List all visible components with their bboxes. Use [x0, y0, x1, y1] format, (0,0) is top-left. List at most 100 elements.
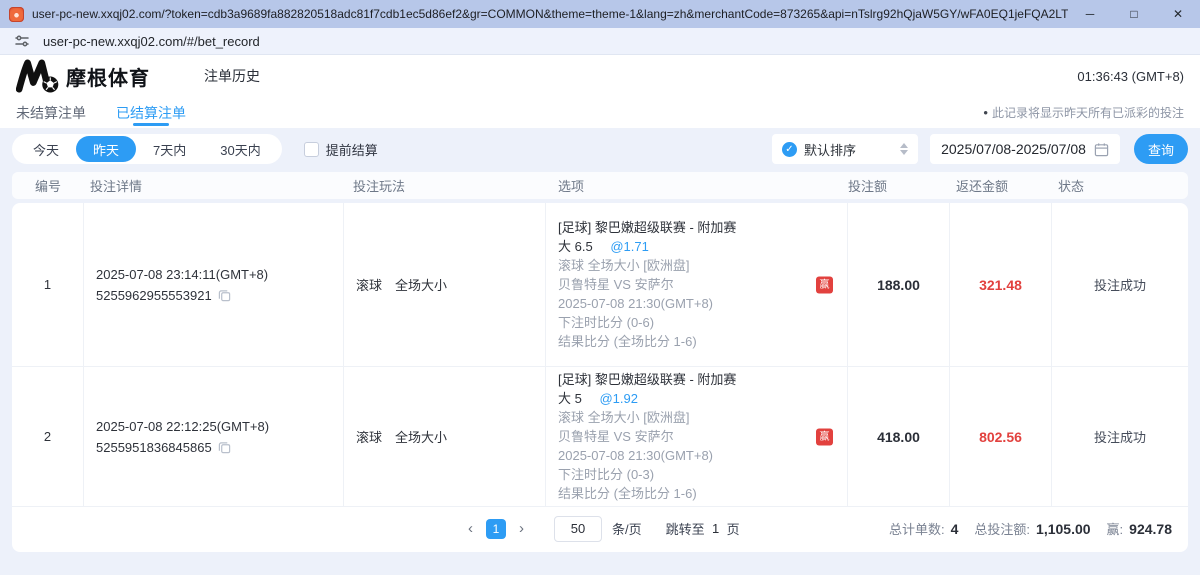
bet-type-cell: 滚球 全场大小: [344, 367, 546, 506]
bet-id: 5255951836845865: [96, 437, 212, 458]
status-badge: 投注成功: [1052, 367, 1188, 506]
selection-league: [足球] 黎巴嫩超级联赛 - 附加赛: [558, 370, 847, 389]
page-number-button[interactable]: 1: [486, 519, 506, 539]
selection-match-time: 2025-07-08 21:30(GMT+8): [558, 294, 847, 313]
site-settings-icon[interactable]: [14, 33, 30, 49]
page-unit-label: 页: [727, 519, 740, 538]
pagination: ‹ 1 › 条/页 跳转至 页: [464, 516, 740, 542]
early-settle-option[interactable]: 提前结算: [304, 140, 378, 159]
selection-market: 滚球 全场大小 [欧洲盘]: [558, 256, 847, 275]
brand-logo-icon: [16, 59, 60, 93]
summary-totals: 总计单数: 4 总投注额: 1,105.00 赢: 924.78: [889, 519, 1188, 538]
date-range-pills: 今天 昨天 7天内 30天内: [12, 134, 282, 164]
date-range-value: 2025/07/08-2025/07/08: [941, 141, 1086, 157]
bet-detail-cell: 2025-07-08 23:14:11(GMT+8) 5255962955553…: [84, 203, 344, 366]
stake-amount: 418.00: [848, 367, 950, 506]
browser-addressbar[interactable]: user-pc-new.xxqj02.com/#/bet_record: [0, 28, 1200, 55]
per-page-label: 条/页: [612, 519, 642, 538]
tab-settled-bets[interactable]: 已结算注单: [116, 97, 186, 128]
calendar-icon: [1094, 142, 1109, 157]
filter-right-controls: ✓ 默认排序 2025/07/08-2025/07/08 查询: [772, 134, 1188, 164]
browser-tab-title: user-pc-new.xxqj02.com/?token=cdb3a9689f…: [32, 7, 1068, 21]
selection-match-time: 2025-07-08 21:30(GMT+8): [558, 446, 847, 465]
minimize-icon[interactable]: ─: [1068, 0, 1112, 28]
col-header-stake: 投注额: [848, 176, 950, 195]
maximize-icon[interactable]: □: [1112, 0, 1156, 28]
total-stake-value: 1,105.00: [1036, 521, 1091, 537]
selection-result-score: 结果比分 (全场比分 1-6): [558, 484, 847, 503]
jump-page-input[interactable]: [705, 521, 727, 536]
win-badge-icon: 赢: [816, 276, 833, 293]
selection-pick-line: 大 6.5 @1.71: [558, 237, 847, 256]
selection-score-at-bet: 下注时比分 (0-6): [558, 313, 847, 332]
sort-check-icon: ✓: [782, 142, 797, 157]
bet-time: 2025-07-08 23:14:11(GMT+8): [96, 264, 343, 285]
col-header-bet-type: 投注玩法: [344, 176, 546, 195]
next-page-icon[interactable]: ›: [515, 520, 528, 537]
tab-unsettled-bets[interactable]: 未结算注单: [16, 97, 86, 128]
table-footer: ‹ 1 › 条/页 跳转至 页 总计单数: 4 总投注额: 1,105.00 赢…: [12, 507, 1188, 550]
date-range-input[interactable]: 2025/07/08-2025/07/08: [930, 134, 1120, 164]
total-win-value: 924.78: [1129, 521, 1172, 537]
sort-select-value: 默认排序: [804, 140, 856, 159]
stake-amount: 188.00: [848, 203, 950, 366]
pill-30-days[interactable]: 30天内: [203, 136, 277, 162]
browser-titlebar: user-pc-new.xxqj02.com/?token=cdb3a9689f…: [0, 0, 1200, 28]
filter-bar: 今天 昨天 7天内 30天内 提前结算 ✓ 默认排序 2025/07/08-20…: [12, 134, 1188, 164]
app-header: 摩根体育 注单历史 01:36:43 (GMT+8): [0, 55, 1200, 97]
table-row: 2 2025-07-08 22:12:25(GMT+8) 52559518368…: [12, 367, 1188, 507]
sort-select[interactable]: ✓ 默认排序: [772, 134, 918, 164]
selection-cell: [足球] 黎巴嫩超级联赛 - 附加赛 大 6.5 @1.71 滚球 全场大小 […: [546, 203, 848, 366]
yesterday-note: • 此记录将显示昨天所有已派彩的投注: [983, 104, 1184, 121]
address-url[interactable]: user-pc-new.xxqj02.com/#/bet_record: [43, 34, 260, 49]
page-size-input[interactable]: [554, 516, 602, 542]
selection-cell: [足球] 黎巴嫩超级联赛 - 附加赛 大 5 @1.92 滚球 全场大小 [欧洲…: [546, 367, 848, 506]
pill-yesterday[interactable]: 昨天: [76, 136, 136, 162]
prev-page-icon[interactable]: ‹: [464, 520, 477, 537]
early-settle-checkbox[interactable]: [304, 142, 319, 157]
status-badge: 投注成功: [1052, 203, 1188, 366]
note-bullet-icon: •: [983, 105, 988, 120]
win-badge-icon: 赢: [816, 428, 833, 445]
col-header-status: 状态: [1052, 176, 1188, 195]
return-amount: 802.56: [950, 367, 1052, 506]
jump-to-label: 跳转至: [666, 519, 705, 538]
bet-type-cell: 滚球 全场大小: [344, 203, 546, 366]
header-clock: 01:36:43 (GMT+8): [1077, 69, 1184, 84]
table-row: 1 2025-07-08 23:14:11(GMT+8) 52559629555…: [12, 203, 1188, 367]
selection-league: [足球] 黎巴嫩超级联赛 - 附加赛: [558, 218, 847, 237]
total-win-label: 赢:: [1107, 519, 1124, 538]
return-amount: 321.48: [950, 203, 1052, 366]
bet-time: 2025-07-08 22:12:25(GMT+8): [96, 416, 343, 437]
selection-match: 贝鲁特星 VS 安萨尔: [558, 427, 847, 446]
selection-pick: 大 6.5: [558, 239, 593, 254]
selection-market: 滚球 全场大小 [欧洲盘]: [558, 408, 847, 427]
copy-icon[interactable]: [218, 441, 231, 454]
selection-match: 贝鲁特星 VS 安萨尔: [558, 275, 847, 294]
col-header-selection: 选项: [546, 176, 848, 195]
selection-score-at-bet: 下注时比分 (0-3): [558, 465, 847, 484]
early-settle-label: 提前结算: [326, 140, 378, 159]
total-count-value: 4: [951, 521, 959, 537]
copy-icon[interactable]: [218, 289, 231, 302]
site-favicon: [9, 7, 24, 22]
total-stake-label: 总投注额:: [974, 519, 1030, 538]
tabs-row: 未结算注单 已结算注单 • 此记录将显示昨天所有已派彩的投注: [0, 97, 1200, 128]
col-header-bet-detail: 投注详情: [84, 176, 344, 195]
col-header-return: 返还金额: [950, 176, 1052, 195]
query-button[interactable]: 查询: [1134, 134, 1188, 164]
selection-pick: 大 5: [558, 391, 582, 406]
total-count-label: 总计单数:: [889, 519, 945, 538]
page-title: 注单历史: [204, 66, 260, 86]
close-icon[interactable]: ✕: [1156, 0, 1200, 28]
brand-name: 摩根体育: [66, 62, 150, 91]
bet-detail-cell: 2025-07-08 22:12:25(GMT+8) 5255951836845…: [84, 367, 344, 506]
window-controls: ─ □ ✕: [1068, 0, 1200, 28]
sort-caret-icon: [900, 143, 908, 155]
pill-today[interactable]: 今天: [16, 136, 76, 162]
note-text: 此记录将显示昨天所有已派彩的投注: [992, 104, 1184, 121]
pill-7-days[interactable]: 7天内: [136, 136, 203, 162]
col-header-number: 编号: [12, 176, 84, 195]
selection-result-score: 结果比分 (全场比分 1-6): [558, 332, 847, 351]
selection-pick-line: 大 5 @1.92: [558, 389, 847, 408]
